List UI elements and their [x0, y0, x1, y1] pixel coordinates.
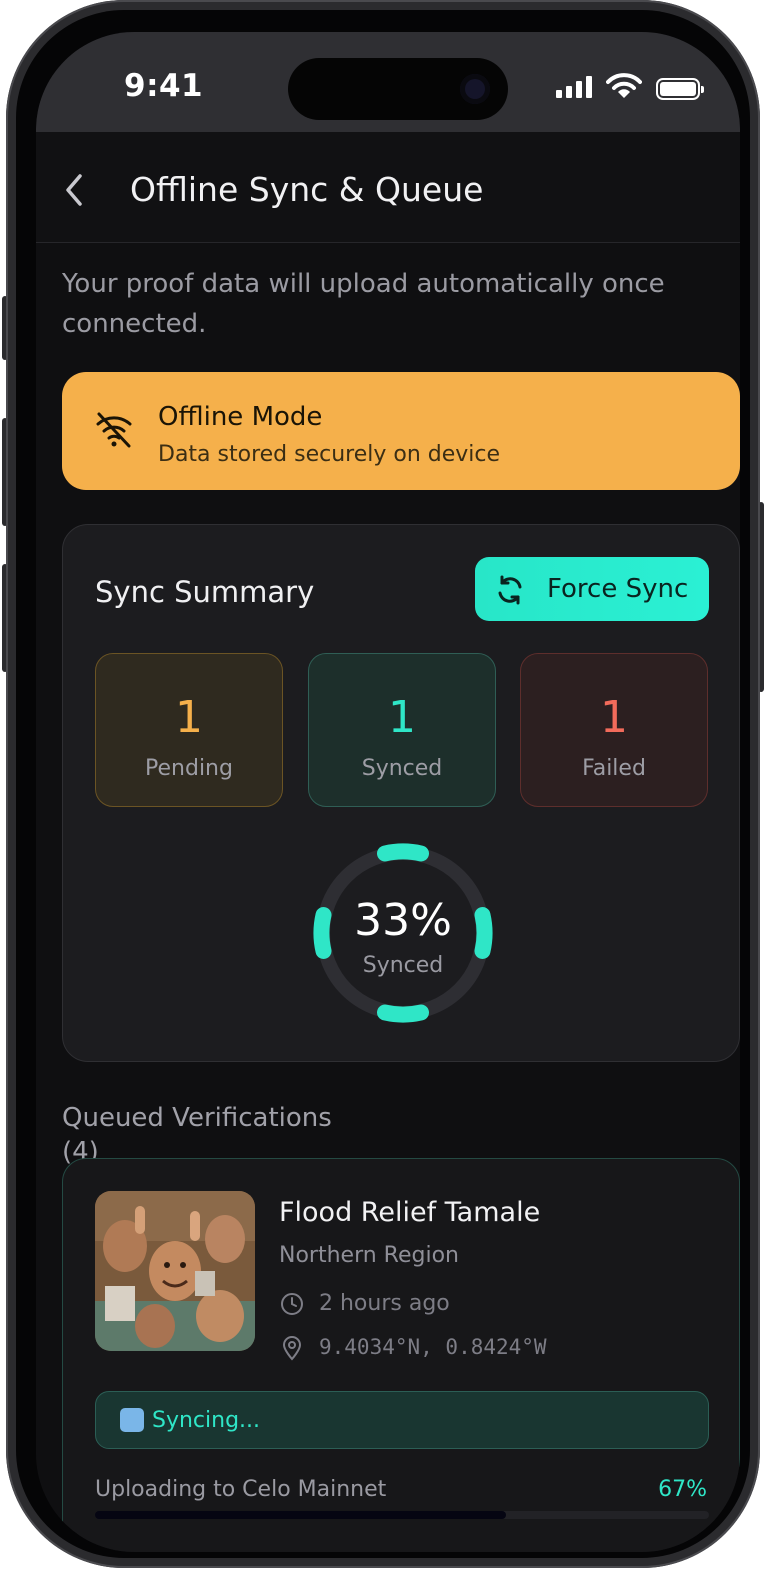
screen: 9:41 Offline Sync & Queue Your proof dat…: [36, 32, 740, 1552]
app-header: Offline Sync & Queue: [36, 132, 740, 243]
stat-synced: 1 Synced: [308, 653, 496, 807]
dynamic-island: [288, 58, 508, 120]
wifi-off-icon: [96, 412, 132, 448]
back-chevron-icon[interactable]: [62, 172, 86, 208]
page-title: Offline Sync & Queue: [130, 170, 484, 209]
phone-bezel: 9:41 Offline Sync & Queue Your proof dat…: [16, 10, 750, 1558]
phone-frame: 9:41 Offline Sync & Queue Your proof dat…: [6, 0, 760, 1568]
sync-summary-card: Sync Summary Force Sync 1 Pending 1 Sync…: [62, 524, 740, 1062]
upload-progress-bar: [95, 1511, 709, 1519]
offline-banner: Offline Mode Data stored securely on dev…: [62, 372, 740, 490]
queue-item-coords: 9.4034°N, 0.8424°W: [319, 1335, 547, 1359]
location-pin-icon: [282, 1336, 302, 1361]
stat-synced-label: Synced: [361, 756, 443, 781]
force-sync-button[interactable]: Force Sync: [475, 557, 709, 621]
stat-pending-value: 1: [175, 692, 203, 743]
stat-pending: 1 Pending: [95, 653, 283, 807]
stat-failed-label: Failed: [582, 756, 646, 781]
status-time: 9:41: [124, 68, 204, 104]
status-bar: 9:41: [36, 32, 740, 132]
sync-percent: 33%: [354, 895, 452, 946]
wifi-icon: [606, 73, 642, 98]
force-sync-label: Force Sync: [547, 574, 689, 604]
sync-progress-text: 33% Synced: [313, 843, 493, 1023]
signal-icon: [556, 76, 596, 98]
sync-caption: Synced: [362, 953, 444, 978]
queue-item-title: Flood Relief Tamale: [279, 1197, 541, 1228]
offline-subtitle: Data stored securely on device: [158, 442, 501, 467]
syncing-status-badge: Syncing...: [95, 1391, 709, 1449]
clock-icon: [281, 1293, 303, 1315]
camera-icon: [460, 74, 490, 104]
upload-label: Uploading to Celo Mainnet: [95, 1477, 387, 1502]
upload-progress-fill: [95, 1511, 507, 1519]
stat-failed-value: 1: [600, 692, 628, 743]
upload-percent: 67%: [658, 1477, 707, 1502]
stat-synced-value: 1: [388, 692, 416, 743]
queue-heading-label: Queued Verifications: [62, 1103, 332, 1133]
queue-item-time: 2 hours ago: [319, 1291, 450, 1316]
queue-item-region: Northern Region: [279, 1243, 459, 1268]
battery-icon: [656, 78, 704, 100]
offline-title: Offline Mode: [158, 402, 323, 432]
intro-text: Your proof data will upload automaticall…: [62, 269, 665, 339]
stat-failed: 1 Failed: [520, 653, 708, 807]
sync-summary-title: Sync Summary: [95, 575, 315, 609]
stat-pending-label: Pending: [145, 756, 233, 781]
queue-item-card[interactable]: Flood Relief Tamale Northern Region 2 ho…: [62, 1158, 740, 1552]
sync-status-icon: [120, 1408, 144, 1432]
refresh-icon: [498, 575, 522, 605]
queue-item-photo: [95, 1191, 255, 1351]
syncing-status-text: Syncing...: [152, 1408, 261, 1433]
